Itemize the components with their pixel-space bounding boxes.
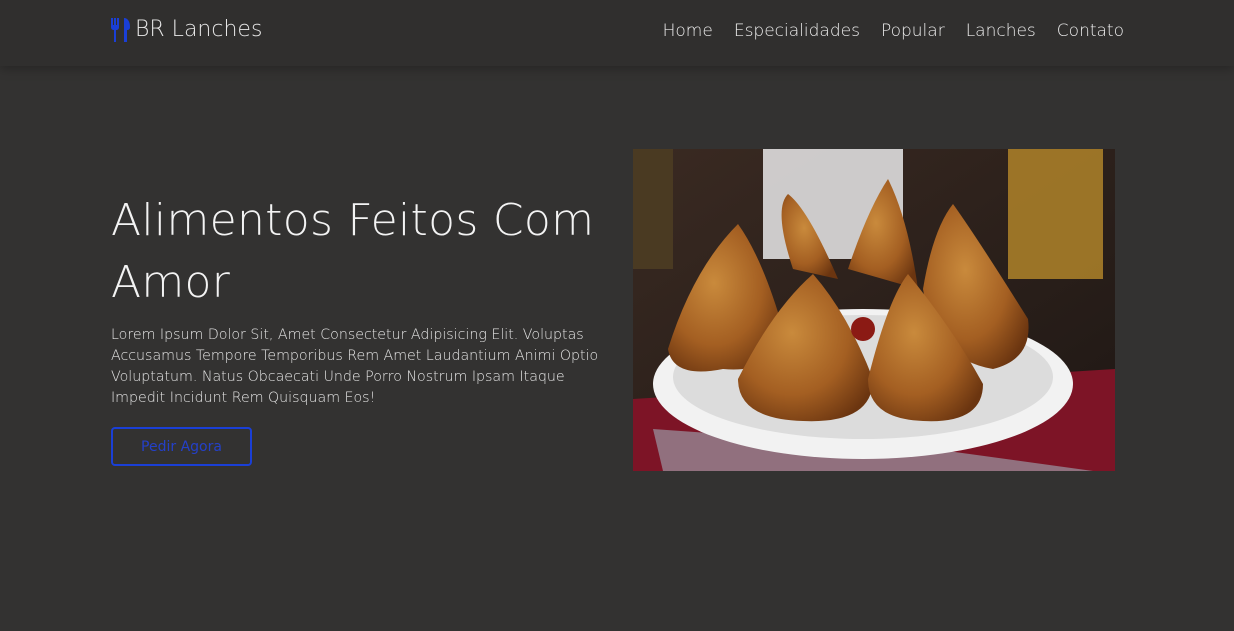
nav-popular[interactable]: Popular xyxy=(881,21,945,41)
hero-title: Alimentos Feitos Com Amor xyxy=(111,195,595,308)
utensils-icon xyxy=(111,17,130,42)
navbar: BR Lanches Home Especialidades Popular L… xyxy=(0,0,1234,66)
nav-contato[interactable]: Contato xyxy=(1057,21,1124,41)
hero-description: Lorem Ipsum Dolor Sit, Amet Consectetur … xyxy=(111,327,599,406)
hero-image-coxinhas xyxy=(633,149,1115,471)
nav-lanches[interactable]: Lanches xyxy=(966,21,1036,41)
brand-name: BR Lanches xyxy=(135,17,263,42)
nav-especialidades[interactable]: Especialidades xyxy=(734,21,860,41)
nav-home[interactable]: Home xyxy=(663,21,713,41)
order-now-button[interactable]: Pedir Agora xyxy=(111,427,252,466)
nav-menu: Home Especialidades Popular Lanches Cont… xyxy=(663,21,1124,41)
brand-logo[interactable]: BR Lanches xyxy=(110,17,262,42)
